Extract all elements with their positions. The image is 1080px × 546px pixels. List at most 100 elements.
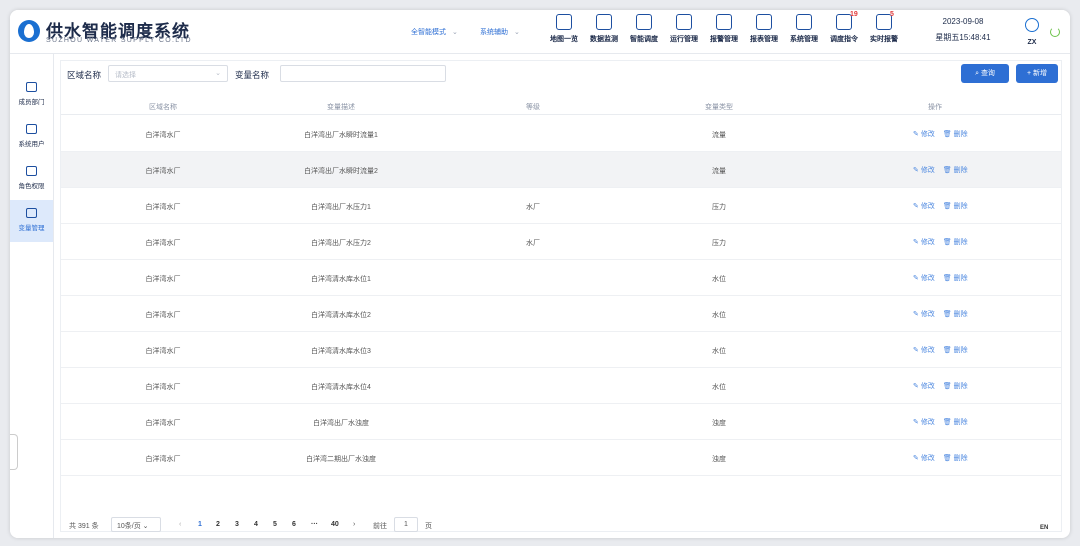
goto-page-input[interactable]: 1	[394, 517, 418, 532]
flag-icon: 19	[836, 11, 858, 30]
nav-dispatch-order[interactable]: 19 调度指令	[824, 11, 864, 53]
add-button[interactable]: + 新增	[1016, 64, 1058, 83]
sidebar-item-users[interactable]: 系统用户	[10, 116, 53, 158]
cell-type: 流量	[712, 132, 726, 139]
edit-label: 修改	[920, 275, 935, 282]
delete-link[interactable]: 🗑 删除	[943, 203, 968, 210]
page-number[interactable]: 4	[254, 521, 258, 528]
table-row[interactable]: 白洋湾水厂 白洋湾出厂水瞬时流量2 流量 ✎ 修改 🗑 删除	[61, 152, 1061, 188]
edit-link[interactable]: ✎ 修改	[913, 275, 935, 282]
edit-link[interactable]: ✎ 修改	[913, 239, 935, 246]
edit-link[interactable]: ✎ 修改	[913, 131, 935, 138]
page-number[interactable]: 5	[273, 521, 277, 528]
delete-link[interactable]: 🗑 删除	[943, 419, 968, 426]
edit-label: 修改	[920, 203, 935, 210]
edit-link[interactable]: ✎ 修改	[913, 383, 935, 390]
language-toggle[interactable]: EN	[1040, 525, 1048, 531]
edit-link[interactable]: ✎ 修改	[913, 419, 935, 426]
cell-level: 水厂	[526, 240, 540, 247]
table-row[interactable]: 白洋湾水厂 白洋湾出厂水瞬时流量1 流量 ✎ 修改 🗑 删除	[61, 116, 1061, 152]
delete-link[interactable]: 🗑 删除	[943, 167, 968, 174]
prev-page-icon[interactable]: ‹	[179, 521, 181, 528]
delete-link[interactable]: 🗑 删除	[943, 455, 968, 462]
nav-alarm[interactable]: 报警管理	[704, 13, 744, 53]
page-ellipsis[interactable]: ···	[311, 521, 318, 528]
edit-link[interactable]: ✎ 修改	[913, 455, 935, 462]
cell-region: 白洋湾水厂	[145, 384, 181, 391]
page-size-select[interactable]: 10条/页 ⌄	[111, 517, 161, 532]
table-row[interactable]: 白洋湾水厂 白洋湾清水库水位2 水位 ✎ 修改 🗑 删除	[61, 296, 1061, 332]
edit-icon: ✎	[913, 203, 921, 210]
nav-label: 运行管理	[670, 36, 698, 43]
nav-map[interactable]: 地图一览	[544, 13, 584, 53]
page-number[interactable]: 3	[235, 521, 239, 528]
delete-link[interactable]: 🗑 删除	[943, 347, 968, 354]
table-row[interactable]: 白洋湾水厂 白洋湾二期出厂水浊度 浊度 ✎ 修改 🗑 删除	[61, 440, 1061, 476]
table-row[interactable]: 白洋湾水厂 白洋湾清水库水位3 水位 ✎ 修改 🗑 删除	[61, 332, 1061, 368]
power-icon[interactable]	[1050, 27, 1060, 37]
nav-label: 智能调度	[630, 36, 658, 43]
delete-label: 删除	[953, 311, 968, 318]
nav-monitor[interactable]: 数据监测	[584, 13, 624, 53]
trash-icon: 🗑	[942, 419, 954, 426]
delete-link[interactable]: 🗑 删除	[943, 131, 968, 138]
cell-type: 浊度	[712, 420, 726, 427]
cell-level: 水厂	[526, 204, 540, 211]
cell-region: 白洋湾水厂	[145, 420, 181, 427]
delete-label: 删除	[953, 167, 968, 174]
page-unit-label: 页	[425, 523, 432, 530]
trash-icon: 🗑	[942, 347, 954, 354]
edit-label: 修改	[920, 239, 935, 246]
table-row[interactable]: 白洋湾水厂 白洋湾出厂水浊度 浊度 ✎ 修改 🗑 删除	[61, 404, 1061, 440]
delete-link[interactable]: 🗑 删除	[943, 239, 968, 246]
image-icon	[26, 82, 37, 92]
nav-system[interactable]: 系统管理	[784, 13, 824, 53]
page-number[interactable]: 2	[216, 521, 220, 528]
sidebar-item-label: 变量管理	[18, 225, 45, 232]
sidebar-item-roles[interactable]: 角色权限	[10, 158, 53, 200]
nav-operation[interactable]: 运行管理	[664, 13, 704, 53]
nav-realtime-alarm[interactable]: 5 实时报警	[864, 11, 904, 53]
delete-link[interactable]: 🗑 删除	[943, 383, 968, 390]
delete-link[interactable]: 🗑 删除	[943, 311, 968, 318]
delete-link[interactable]: 🗑 删除	[943, 275, 968, 282]
table-row[interactable]: 白洋湾水厂 白洋湾清水库水位1 水位 ✎ 修改 🗑 删除	[61, 260, 1061, 296]
top-header: 供水智能调度系统 SUZHOU WATER SUPPLY CO.LTD 全智能模…	[10, 10, 1070, 54]
nav-dispatch[interactable]: 智能调度	[624, 13, 664, 53]
avatar-icon	[1025, 18, 1039, 32]
edit-icon: ✎	[913, 167, 921, 174]
nav-report[interactable]: 报表管理	[744, 13, 784, 53]
edit-link[interactable]: ✎ 修改	[913, 167, 935, 174]
image-icon	[26, 208, 37, 218]
table-row[interactable]: 白洋湾水厂 白洋湾出厂水压力1 水厂 压力 ✎ 修改 🗑 删除	[61, 188, 1061, 224]
next-page-icon[interactable]: ›	[353, 521, 355, 528]
aux-select[interactable]: 系统辅助 ⌄	[480, 27, 520, 37]
table-row[interactable]: 白洋湾水厂 白洋湾出厂水压力2 水厂 压力 ✎ 修改 🗑 删除	[61, 224, 1061, 260]
time-text: 星期五15:48:41	[935, 33, 991, 42]
page-number[interactable]: 40	[331, 521, 339, 528]
edit-link[interactable]: ✎ 修改	[913, 203, 935, 210]
region-label: 区域名称	[67, 70, 102, 80]
edit-link[interactable]: ✎ 修改	[913, 347, 935, 354]
edit-icon: ✎	[913, 383, 921, 390]
edit-link[interactable]: ✎ 修改	[913, 311, 935, 318]
edit-icon: ✎	[913, 455, 921, 462]
cell-region: 白洋湾水厂	[145, 312, 181, 319]
sidebar-collapse-handle[interactable]	[10, 434, 18, 470]
sidebar-item-departments[interactable]: 成员部门	[10, 74, 53, 116]
page-number[interactable]: 6	[292, 521, 296, 528]
edit-label: 修改	[920, 131, 935, 138]
mode-select[interactable]: 全智能模式 ⌄	[411, 27, 458, 37]
monitor-icon	[596, 14, 612, 30]
search-button[interactable]: ⌕ 查询	[961, 64, 1009, 83]
cell-description: 白洋湾出厂水压力2	[311, 240, 371, 247]
user-menu[interactable]: ZX	[1022, 15, 1042, 46]
cell-type: 压力	[712, 240, 726, 247]
edit-label: 修改	[920, 383, 935, 390]
sidebar-item-variables[interactable]: 变量管理	[10, 200, 53, 242]
page-number[interactable]: 1	[198, 521, 202, 528]
table-row[interactable]: 白洋湾水厂 白洋湾清水库水位4 水位 ✎ 修改 🗑 删除	[61, 368, 1061, 404]
region-select[interactable]: 请选择 ⌄	[108, 65, 228, 82]
cell-description: 白洋湾清水库水位4	[311, 384, 371, 391]
variable-input[interactable]	[280, 65, 446, 82]
